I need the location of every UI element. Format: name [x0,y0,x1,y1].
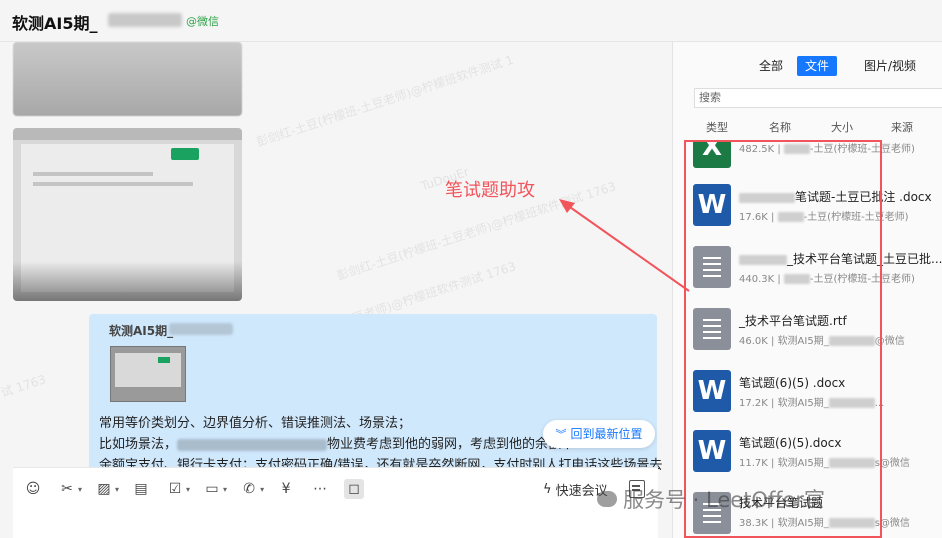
screenshot-text-line [33,172,153,176]
blurred-text [177,438,328,451]
watermark: 彭剑红-土豆(柠檬班-土豆老师)@柠檬班软件测试 1 [254,52,516,150]
column-source[interactable]: 来源 [891,119,913,135]
blurred-name [108,13,182,27]
chat-header: 软测AI5期_ @微信 [0,0,942,42]
blurred-name [169,323,233,335]
brand-watermark-text: 服务号 · LeetOffer官 [623,488,825,512]
screen-icon[interactable]: ◻ [344,479,365,499]
composer-toolbar: ☺ ✂ ▾ ▨ ▾ ▤ ☑ ▾ ▭ ▾ ✆ ▾ ¥ ⋯ ◻ [23,478,365,500]
image-icon[interactable]: ▨ [94,479,114,499]
column-size[interactable]: 大小 [831,119,853,135]
image-message[interactable] [13,42,242,116]
tab-all[interactable]: 全部 [751,56,791,76]
chevron-down-icon[interactable]: ▾ [223,485,227,494]
more-icon[interactable]: ⋯ [310,479,330,499]
screenshot-green-button [171,148,199,160]
file-list-header: 类型 名称 大小 来源 [673,119,942,135]
double-chevron-down-icon: ︾ [555,428,567,441]
screenshot-shade [13,261,242,301]
task-icon[interactable]: ☑ [165,479,185,499]
annotation-label: 笔试题助攻 [445,180,535,201]
column-name[interactable]: 名称 [769,119,791,135]
message-text-line: 比如场景法， 物业费考虑到他的弱网，考虑到他的余额不 [99,433,574,452]
tab-files[interactable]: 文件 [797,56,838,76]
chevron-down-icon[interactable]: ▾ [78,485,82,494]
chevron-down-icon[interactable]: ▾ [115,485,119,494]
message-text-segment: 物业费考虑到他的弱网，考虑到他的余额不 [327,437,575,452]
panel-tabs: 全部 文件 图片/视频 [673,56,942,76]
chevron-down-icon[interactable]: ▾ [260,485,264,494]
message-composer[interactable]: ☺ ✂ ▾ ▨ ▾ ▤ ☑ ▾ ▭ ▾ ✆ ▾ ¥ ⋯ ◻ ϟ 快速会议 [13,467,658,538]
payment-icon[interactable]: ¥ [276,479,296,499]
message-text-line: 常用等价类划分、边界值分析、错误推测法、场景法； [99,416,412,431]
app-window: 软测AI5期_ @微信 彭剑红-土豆(柠檬班-土豆老师)@柠檬班软件测试 1 T… [0,0,942,538]
screenshot-text-line [33,182,193,186]
annotation-highlight-box [684,140,882,538]
screenshot-message[interactable] [13,128,242,301]
tab-media[interactable]: 图片/视频 [856,56,924,76]
scissors-icon[interactable]: ✂ [57,479,77,499]
arrow-shaft [566,204,690,292]
chevron-down-icon[interactable]: ▾ [186,485,190,494]
chat-title: 软测AI5期_ [12,14,98,33]
jump-to-latest-label: 回到最新位置 [570,427,643,441]
quoted-image-thumbnail[interactable] [110,346,186,402]
arrow-head [559,199,575,213]
lightning-icon: ϟ [543,482,552,497]
phone-icon[interactable]: ✆ [239,479,259,499]
brand-watermark: 服务号 · LeetOffer官 [597,484,825,514]
thumbnail-page [115,353,181,387]
wechat-logo-icon [597,491,617,507]
search-input[interactable]: 搜索 [694,88,942,108]
message-text-segment: 比如场景法， [99,437,178,452]
quote-sender: 软测AI5期_ [109,324,174,338]
wechat-tag: @微信 [186,15,219,28]
watermark: 试 1763 [0,372,48,400]
jump-to-latest-button[interactable]: ︾ 回到最新位置 [543,420,655,448]
screenshot-browser-bar [13,128,242,140]
folder-icon[interactable]: ▭ [202,479,222,499]
annotation-arrow [559,199,690,292]
note-icon[interactable]: ▤ [131,479,151,499]
thumbnail-green-button [158,357,170,363]
column-type[interactable]: 类型 [706,119,728,135]
emoji-icon[interactable]: ☺ [23,479,43,499]
